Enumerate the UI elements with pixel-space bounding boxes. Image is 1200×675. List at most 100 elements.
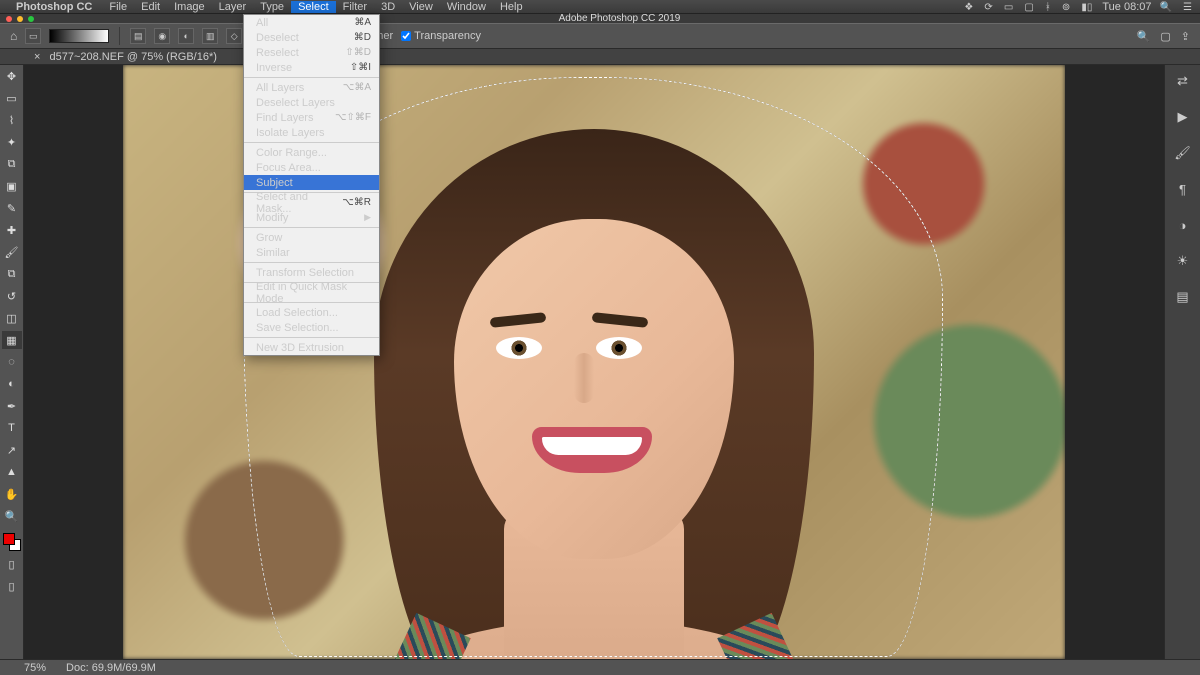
zoom-window-button[interactable] — [28, 16, 34, 22]
mac-menubar: Photoshop CC FileEditImageLayerTypeSelec… — [0, 0, 1200, 14]
minimize-window-button[interactable] — [17, 16, 23, 22]
menu-item-new-3d-extrusion[interactable]: New 3D Extrusion — [244, 340, 379, 355]
brush-panel-icon[interactable]: 🖌 — [1173, 143, 1193, 163]
transparency-checkbox[interactable]: Transparency — [401, 30, 481, 42]
document-tab[interactable]: × d577~208.NEF @ 75% (RGB/16*) — [24, 51, 227, 63]
menu-item-subject[interactable]: Subject — [244, 175, 379, 190]
menu-item-inverse[interactable]: Inverse⇧⌘I — [244, 60, 379, 75]
menu-item-load-selection: Load Selection... — [244, 305, 379, 320]
notifications-icon[interactable]: ☰ — [1183, 2, 1192, 13]
menu-item-reselect: Reselect⇧⌘D — [244, 45, 379, 60]
history-tool[interactable]: ↺ — [2, 287, 22, 305]
status-bar: 75% Doc: 69.9M/69.9M — [0, 659, 1200, 675]
menu-edit[interactable]: Edit — [134, 1, 167, 13]
eyedropper-tool[interactable]: ✎ — [2, 199, 22, 217]
doc-size[interactable]: Doc: 69.9M/69.9M — [66, 662, 156, 674]
battery-icon[interactable]: ▮▯ — [1081, 2, 1092, 13]
dropbox-icon[interactable]: ❖ — [964, 2, 973, 13]
dodge-tool[interactable]: ◐ — [2, 375, 22, 393]
menu-item-grow[interactable]: Grow — [244, 230, 379, 245]
edit-mode-icon[interactable]: ▯ — [2, 555, 22, 573]
menu-help[interactable]: Help — [493, 1, 530, 13]
menu-item-edit-in-quick-mask-mode[interactable]: Edit in Quick Mask Mode — [244, 285, 379, 300]
document-tab-label: d577~208.NEF @ 75% (RGB/16*) — [50, 51, 217, 63]
status-tray: ❖ ⟳ ▭ ▢ ᚼ ⊚ ▮▯ — [956, 1, 1092, 13]
gradient-preview[interactable] — [49, 29, 109, 43]
menu-item-color-range[interactable]: Color Range... — [244, 145, 379, 160]
menu-item-deselect-layers: Deselect Layers — [244, 95, 379, 110]
airplay-icon[interactable]: ▢ — [1024, 2, 1033, 13]
menu-window[interactable]: Window — [440, 1, 493, 13]
shape-tool[interactable]: ▲ — [2, 463, 22, 481]
close-window-button[interactable] — [6, 16, 12, 22]
share-icon[interactable]: ⇪ — [1181, 30, 1190, 43]
home-icon[interactable]: ⌂ — [10, 29, 17, 43]
path-tool[interactable]: ↗ — [2, 441, 22, 459]
quick-select-tool[interactable]: ✦ — [2, 133, 22, 151]
menu-item-focus-area[interactable]: Focus Area... — [244, 160, 379, 175]
menu-image[interactable]: Image — [167, 1, 212, 13]
character-panel-icon[interactable]: ¶ — [1173, 179, 1193, 199]
reflected-gradient-icon[interactable]: ▥ — [202, 28, 218, 44]
tool-preset-icon[interactable]: ▭ — [25, 28, 41, 44]
menu-layer[interactable]: Layer — [212, 1, 254, 13]
move-tool[interactable]: ✥ — [2, 67, 22, 85]
zoom-level[interactable]: 75% — [24, 662, 46, 674]
heal-tool[interactable]: ✚ — [2, 221, 22, 239]
color-swatches[interactable] — [3, 533, 21, 551]
menu-item-save-selection[interactable]: Save Selection... — [244, 320, 379, 335]
document-tabs: × d577~208.NEF @ 75% (RGB/16*) — [0, 49, 1200, 65]
type-tool[interactable]: T — [2, 419, 22, 437]
menu-type[interactable]: Type — [253, 1, 291, 13]
wifi-icon[interactable]: ⊚ — [1062, 2, 1070, 13]
marquee-tool[interactable]: ▭ — [2, 89, 22, 107]
sync-icon[interactable]: ⟳ — [984, 2, 992, 13]
menu-file[interactable]: File — [102, 1, 134, 13]
panel-dock: ⇄ ▶ 🖌 ¶ ◑ ☀ ▤ — [1164, 65, 1200, 659]
workspace: ✥ ▭ ⌇ ✦ ⧉ ▣ ✎ ✚ 🖌 ⧉ ↺ ◫ ▦ ◌ ◐ ✒ T ↗ ▲ ✋ 🔍 ▯ ▯ ⇄ ▶ 🖌 ¶ ◑ ☀ ▤ — [0, 65, 1200, 659]
search-icon[interactable]: 🔍 — [1137, 30, 1151, 43]
bluetooth-icon[interactable]: ᚼ — [1045, 2, 1051, 13]
menu-item-similar[interactable]: Similar — [244, 245, 379, 260]
menu-3d[interactable]: 3D — [374, 1, 402, 13]
play-panel-icon[interactable]: ▶ — [1173, 107, 1193, 127]
tab-close-icon[interactable]: × — [34, 51, 40, 63]
radial-gradient-icon[interactable]: ◉ — [154, 28, 170, 44]
history-panel-icon[interactable]: ⇄ — [1173, 71, 1193, 91]
crop-tool[interactable]: ⧉ — [2, 155, 22, 173]
hand-tool[interactable]: ✋ — [2, 485, 22, 503]
stamp-tool[interactable]: ⧉ — [2, 265, 22, 283]
menu-item-all-layers: All Layers⌥⌘A — [244, 80, 379, 95]
angle-gradient-icon[interactable]: ◐ — [178, 28, 194, 44]
brush-tool[interactable]: 🖌 — [2, 243, 22, 261]
menu-item-find-layers: Find Layers⌥⇧⌘F — [244, 110, 379, 125]
menu-item-all[interactable]: All⌘A — [244, 15, 379, 30]
app-name[interactable]: Photoshop CC — [16, 1, 92, 13]
swatches-panel-icon[interactable]: ◑ — [1173, 215, 1193, 235]
window-titlebar: Adobe Photoshop CC 2019 — [0, 14, 1200, 23]
menu-separator — [244, 337, 379, 338]
layers-panel-icon[interactable]: ▤ — [1173, 287, 1193, 307]
lasso-tool[interactable]: ⌇ — [2, 111, 22, 129]
spotlight-icon[interactable]: 🔍 — [1160, 2, 1172, 13]
menu-filter[interactable]: Filter — [336, 1, 374, 13]
zoom-tool[interactable]: 🔍 — [2, 507, 22, 525]
adjustments-panel-icon[interactable]: ☀ — [1173, 251, 1193, 271]
gradient-tool[interactable]: ▦ — [2, 331, 22, 349]
menu-select[interactable]: Select — [291, 1, 336, 13]
menu-item-select-and-mask[interactable]: Select and Mask...⌥⌘R — [244, 195, 379, 210]
window-title: Adobe Photoshop CC 2019 — [39, 13, 1200, 24]
menu-view[interactable]: View — [402, 1, 440, 13]
pen-tool[interactable]: ✒ — [2, 397, 22, 415]
eraser-tool[interactable]: ◫ — [2, 309, 22, 327]
menu-item-deselect[interactable]: Deselect⌘D — [244, 30, 379, 45]
frame-tool[interactable]: ▣ — [2, 177, 22, 195]
menubar-clock[interactable]: Tue 08:07 — [1102, 1, 1151, 13]
display-icon[interactable]: ▭ — [1004, 2, 1013, 13]
screen-mode-icon[interactable]: ▯ — [2, 577, 22, 595]
linear-gradient-icon[interactable]: ▤ — [130, 28, 146, 44]
workspace-icon[interactable]: ▢ — [1160, 30, 1170, 43]
diamond-gradient-icon[interactable]: ◇ — [226, 28, 242, 44]
blur-tool[interactable]: ◌ — [2, 353, 22, 371]
menu-item-transform-selection[interactable]: Transform Selection — [244, 265, 379, 280]
